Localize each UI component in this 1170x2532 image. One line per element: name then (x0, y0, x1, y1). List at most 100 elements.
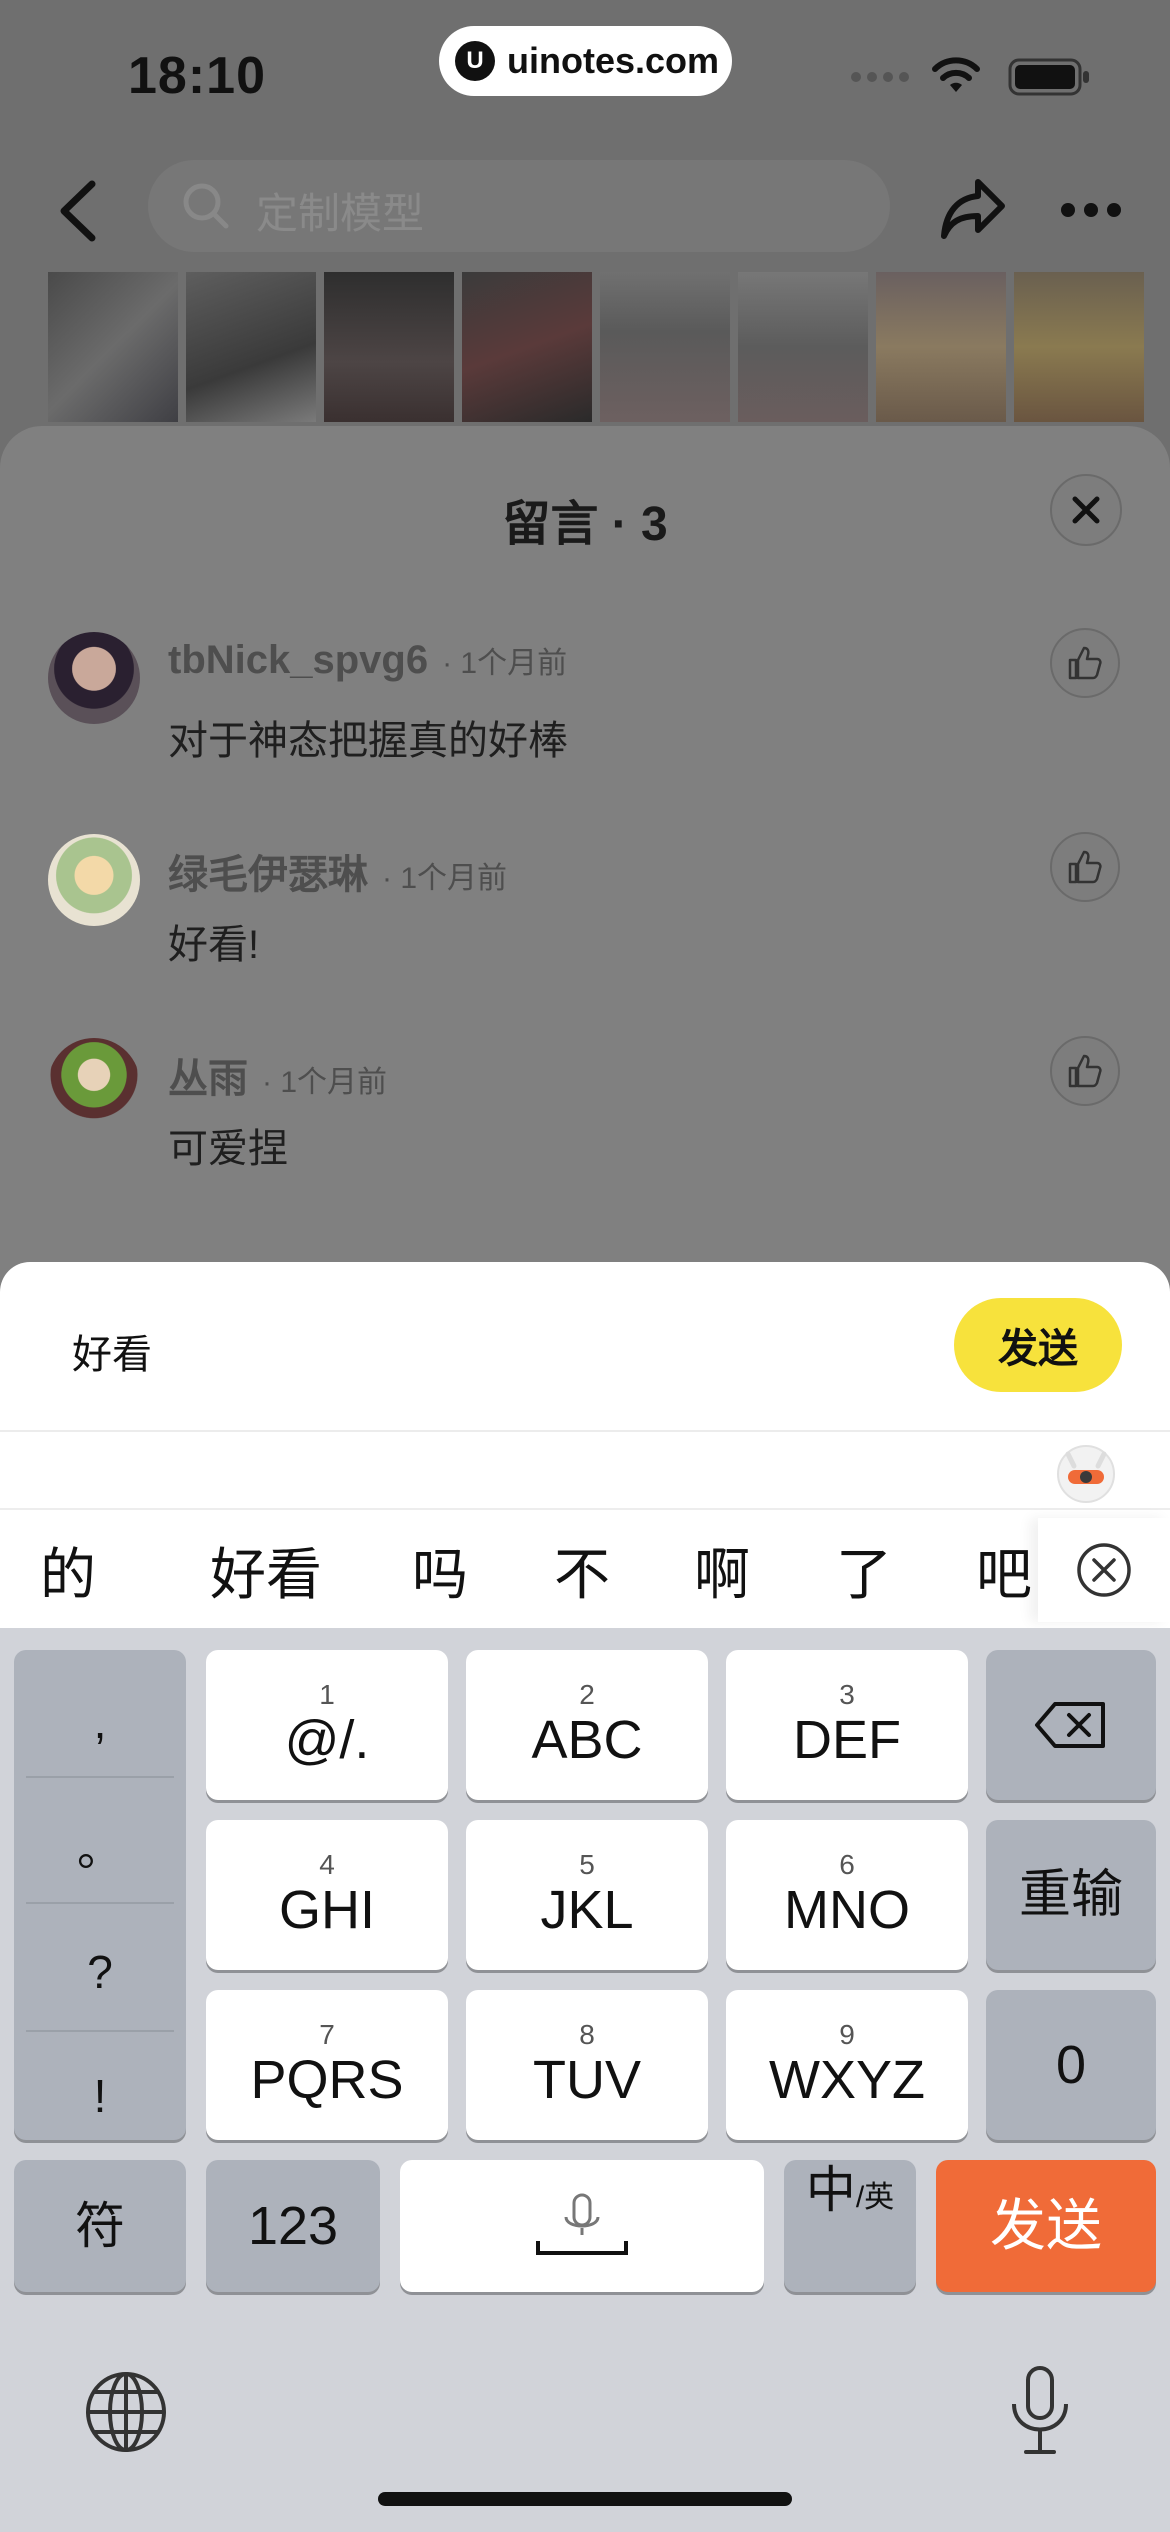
key-number: 3 (839, 1679, 855, 1710)
thumbnail-image[interactable] (1014, 272, 1144, 422)
key-label: PQRS (250, 2050, 404, 2110)
key-label: 中 (805, 2162, 856, 2218)
candidate-word[interactable]: 吧 (976, 1530, 1032, 1611)
ime-assistant-icon[interactable] (1054, 1440, 1118, 1504)
key-2[interactable]: 2 ABC (466, 1650, 708, 1800)
comments-title: 留言 · 3 (502, 498, 668, 551)
home-indicator (378, 2492, 792, 2506)
candidate-word[interactable]: 不 (554, 1530, 610, 1611)
like-button[interactable] (1050, 832, 1120, 902)
avatar[interactable] (48, 1038, 140, 1130)
space-key[interactable] (400, 2160, 764, 2292)
key-label: WXYZ (769, 2050, 925, 2110)
candidate-word[interactable]: 的 (40, 1530, 96, 1611)
key-3[interactable]: 3 DEF (726, 1650, 968, 1800)
reenter-key[interactable]: 重输 (986, 1820, 1156, 1970)
comment-header: 丛雨 · 1个月前 (168, 1046, 387, 1104)
key-number: 2 (579, 1679, 595, 1710)
candidate-word[interactable]: 好看 (210, 1530, 322, 1611)
back-icon[interactable] (50, 176, 110, 246)
backspace-icon (1035, 1702, 1105, 1748)
key-label: 重输 (1018, 1866, 1123, 1924)
battery-icon (1008, 58, 1089, 96)
search-icon (183, 183, 229, 229)
punctuation-key[interactable]: , (14, 1660, 186, 1784)
candidate-word[interactable]: 了 (836, 1530, 892, 1611)
key-label: MNO (784, 1880, 910, 1940)
site-watermark-pill: U uinotes.com (439, 26, 732, 96)
thumbnail-image[interactable] (324, 272, 454, 422)
divider (0, 1430, 1170, 1432)
like-button[interactable] (1050, 628, 1120, 698)
thumbnail-image[interactable] (462, 272, 592, 422)
key-number: 6 (839, 1849, 855, 1880)
key-6[interactable]: 6 MNO (726, 1820, 968, 1970)
space-microphone-icon (536, 2193, 628, 2255)
avatar[interactable] (48, 834, 140, 926)
thumbs-up-icon (1068, 850, 1102, 884)
avatar[interactable] (48, 632, 140, 724)
keyboard-send-key[interactable]: 发送 (936, 2160, 1156, 2292)
key-1[interactable]: 1 @/. (206, 1650, 448, 1800)
comment-text: 好看! (168, 923, 260, 967)
punctuation-key[interactable]: 。 (14, 1784, 186, 1908)
comment-text: 可爱捏 (168, 1127, 288, 1171)
thumbnail-image[interactable] (186, 272, 316, 422)
microphone-icon[interactable] (1004, 2364, 1076, 2460)
key-label: DEF (793, 1710, 901, 1770)
language-switch-key[interactable]: 中 /英 (784, 2160, 916, 2292)
comment-username[interactable]: tbNick_spvg6 (168, 638, 428, 683)
key-label: ABC (531, 1710, 643, 1770)
punctuation-key[interactable]: ! (14, 2034, 186, 2158)
thumbnail-image[interactable] (876, 272, 1006, 422)
more-icon[interactable] (1058, 200, 1124, 220)
like-button[interactable] (1050, 1036, 1120, 1106)
product-thumbnail-strip (0, 272, 1170, 422)
key-9[interactable]: 9 WXYZ (726, 1990, 968, 2140)
thumbnail-image[interactable] (600, 272, 730, 422)
comment-time: · 1个月前 (262, 1066, 388, 1099)
thumbs-up-icon (1068, 646, 1102, 680)
key-label: @/. (284, 1710, 370, 1770)
collapse-candidates-button[interactable] (1038, 1518, 1170, 1622)
site-logo: U (455, 41, 495, 81)
comment-username[interactable]: 绿毛伊瑟琳 (168, 842, 368, 900)
globe-icon[interactable] (84, 2370, 168, 2454)
key-label: JKL (540, 1880, 634, 1940)
comment-header: 绿毛伊瑟琳 · 1个月前 (168, 842, 507, 900)
key-label: GHI (278, 1880, 375, 1940)
close-icon (1072, 496, 1100, 524)
key-label: TUV (533, 2050, 641, 2110)
signal-dots-icon (851, 72, 909, 82)
key-8[interactable]: 8 TUV (466, 1990, 708, 2140)
key-number: 8 (579, 2019, 595, 2050)
key-sublabel: /英 (855, 2181, 895, 2214)
send-button[interactable]: 发送 (954, 1298, 1122, 1392)
candidate-word[interactable]: 吗 (412, 1530, 468, 1611)
site-label: uinotes.com (507, 40, 720, 81)
share-icon[interactable] (938, 176, 1008, 242)
key-number: 7 (319, 2019, 335, 2050)
close-button[interactable] (1050, 474, 1122, 546)
comment-username[interactable]: 丛雨 (168, 1046, 248, 1104)
key-number: 4 (319, 1849, 335, 1880)
key-number: 9 (839, 2019, 855, 2050)
comment-input[interactable]: 好看 (72, 1322, 152, 1380)
thumbnail-image[interactable] (48, 272, 178, 422)
zero-key[interactable]: 0 (986, 1990, 1156, 2140)
key-5[interactable]: 5 JKL (466, 1820, 708, 1970)
thumbnail-image[interactable] (738, 272, 868, 422)
symbols-key[interactable]: 符 (14, 2160, 186, 2292)
punctuation-key[interactable]: ? (14, 1910, 186, 2034)
divider (26, 1902, 174, 1904)
key-label: 符 (75, 2198, 125, 2254)
search-placeholder: 定制模型 (256, 190, 425, 237)
key-number: 5 (579, 1849, 595, 1880)
candidate-word[interactable]: 啊 (694, 1530, 750, 1611)
key-7[interactable]: 7 PQRS (206, 1990, 448, 2140)
comment-text: 对于神态把握真的好棒 (168, 719, 568, 763)
key-4[interactable]: 4 GHI (206, 1820, 448, 1970)
numbers-key[interactable]: 123 (206, 2160, 380, 2292)
backspace-key[interactable] (986, 1650, 1156, 1800)
comment-time: · 1个月前 (382, 862, 508, 895)
